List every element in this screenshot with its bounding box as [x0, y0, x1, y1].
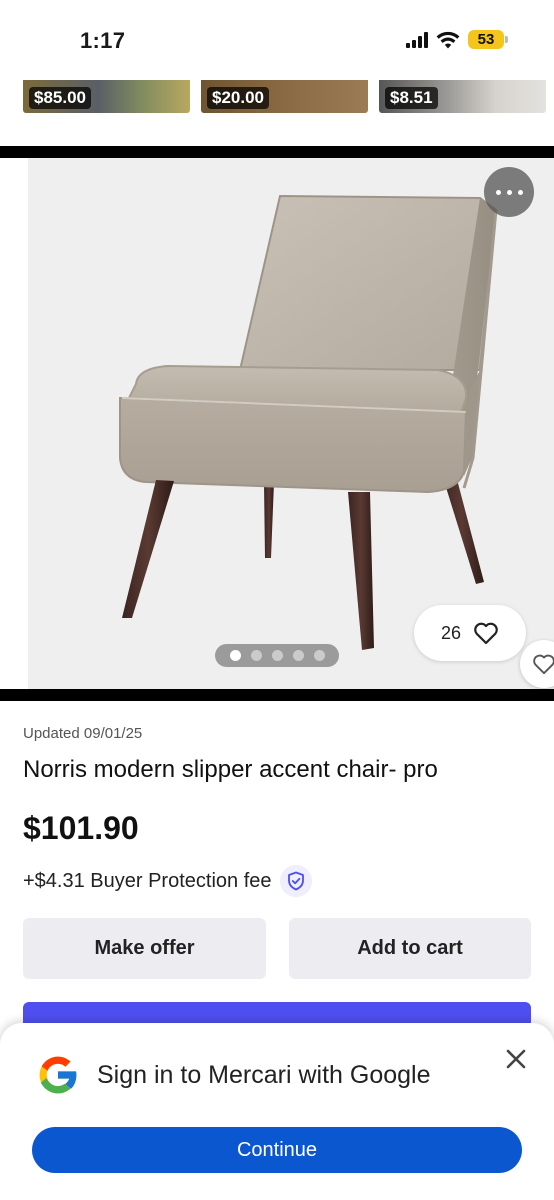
gallery-dot[interactable]	[313, 650, 325, 661]
heart-icon	[533, 654, 554, 675]
gallery-dot-active[interactable]	[229, 650, 241, 661]
shield-check-icon	[287, 871, 304, 891]
like-button[interactable]: 26	[414, 605, 526, 661]
status-bar: 1:17 53	[0, 0, 554, 80]
gallery-dot[interactable]	[271, 650, 283, 661]
gallery-dot[interactable]	[250, 650, 262, 661]
close-button[interactable]	[500, 1043, 532, 1075]
status-time: 1:17	[80, 28, 126, 53]
heart-icon	[474, 622, 498, 645]
buyer-protection-row: +$4.31 Buyer Protection fee	[23, 865, 312, 897]
close-icon	[506, 1049, 526, 1069]
google-signin-title: Sign in to Mercari with Google	[97, 1061, 431, 1089]
google-logo-icon	[39, 1056, 78, 1094]
continue-button[interactable]: Continue	[32, 1127, 522, 1173]
updated-date: Updated 09/01/25	[23, 725, 143, 742]
related-item-price: $85.00	[29, 87, 91, 109]
make-offer-button[interactable]: Make offer	[23, 918, 266, 979]
related-item-thumb[interactable]: $20.00	[201, 80, 368, 113]
gallery-dot[interactable]	[292, 650, 304, 661]
cellular-signal-icon	[406, 31, 428, 48]
related-item-price: $8.51	[385, 87, 438, 109]
buyer-protection-info-button[interactable]	[279, 865, 312, 897]
related-items-strip: $85.00 $20.00 $8.51	[0, 80, 554, 114]
related-item-thumb[interactable]: $8.51	[379, 80, 546, 113]
related-item-price: $20.00	[207, 87, 269, 109]
product-gallery[interactable]: 26	[0, 146, 554, 701]
google-signin-sheet: Sign in to Mercari with Google Continue	[0, 1023, 554, 1200]
wifi-icon	[436, 31, 460, 48]
like-count: 26	[440, 622, 462, 643]
add-to-cart-button[interactable]: Add to cart	[289, 918, 531, 979]
battery-level: 53	[468, 30, 504, 49]
item-price: $101.90	[23, 810, 139, 846]
buyer-protection-fee: +$4.31 Buyer Protection fee	[23, 869, 272, 892]
item-title: Norris modern slipper accent chair- pro	[23, 756, 438, 783]
related-item-thumb[interactable]: $85.00	[23, 80, 190, 113]
more-options-button[interactable]	[484, 167, 534, 217]
battery-icon: 53	[468, 30, 508, 49]
gallery-pager[interactable]	[215, 644, 339, 667]
status-icons: 53	[406, 30, 508, 49]
